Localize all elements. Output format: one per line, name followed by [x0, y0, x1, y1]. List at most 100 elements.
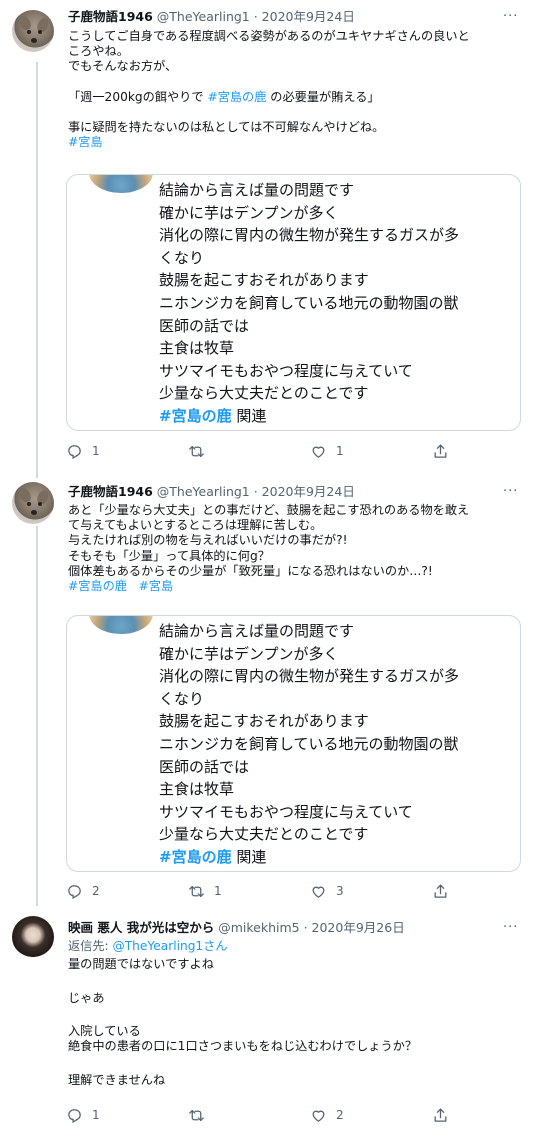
author-name[interactable]: 映画 悪人 我が光は空から [68, 920, 214, 935]
tweet-actions: 2 1 3 [66, 881, 466, 901]
tweet[interactable]: 映画 悪人 我が光は空から @mikekhim5 · 2020年9月26日 ··… [0, 912, 533, 1139]
quoted-image [89, 175, 153, 193]
hashtag-link[interactable]: #宮島 [139, 579, 174, 593]
reply-button[interactable]: 1 [66, 1105, 100, 1125]
retweet-icon [189, 1109, 204, 1121]
tweet-date[interactable]: 2020年9月24日 [262, 484, 355, 499]
more-options-icon[interactable]: ··· [503, 10, 517, 24]
quote-line: 結論から言えば量の問題です [159, 622, 355, 640]
reply-count: 1 [92, 444, 100, 458]
tweet-header: 子鹿物語1946 @TheYearling1 · 2020年9月24日 [68, 8, 355, 26]
hashtag-link[interactable]: #宮島の鹿 [68, 579, 127, 593]
author-name[interactable]: 子鹿物語1946 [68, 9, 153, 24]
tweet-text: こうしてご自身である程度調べる姿勢があるのがユキヤナギさんの良いと ころやね。 … [68, 29, 523, 151]
share-button[interactable] [432, 881, 449, 901]
reply-handle-link[interactable]: @TheYearling1 [113, 939, 204, 953]
retweet-button[interactable]: 1 [188, 881, 222, 901]
avatar[interactable] [12, 916, 54, 958]
retweet-count: 1 [214, 884, 222, 898]
text-line: #宮島の鹿 #宮島 [68, 579, 523, 594]
quoted-tweet[interactable]: 結論から言えば量の問題です 確かに芋はデンプンが多く 消化の際に胃内の微生物が発… [66, 174, 521, 431]
hashtag-link[interactable]: #宮島 [68, 135, 103, 149]
hashtag-link[interactable]: #宮島の鹿 [159, 848, 232, 866]
text-line: 量の問題ではないですよね [68, 957, 214, 972]
heart-icon [312, 446, 325, 458]
text-line: こうしてご自身である程度調べる姿勢があるのがユキヤナギさんの良いと [68, 29, 470, 43]
timeline: 子鹿物語1946 @TheYearling1 · 2020年9月24日 ··· … [0, 0, 533, 1139]
like-button[interactable]: 2 [310, 1105, 344, 1125]
retweet-button[interactable] [188, 441, 214, 461]
tweet-header: 子鹿物語1946 @TheYearling1 · 2020年9月24日 [68, 483, 355, 501]
avatar[interactable] [12, 10, 54, 52]
reply-icon [68, 884, 81, 899]
like-count: 3 [336, 884, 344, 898]
tweet-header: 映画 悪人 我が光は空から @mikekhim5 · 2020年9月26日 [68, 919, 405, 937]
text-line: て与えてもよいとするところは理解に苦しむ。 [68, 518, 323, 533]
share-button[interactable] [432, 441, 449, 461]
text-line: そもそも「少量」って具体的に何g？ [68, 548, 270, 563]
separator: · [249, 484, 262, 499]
more-options-icon[interactable]: ··· [503, 485, 517, 499]
text-line [68, 75, 523, 90]
like-button[interactable]: 1 [310, 441, 344, 461]
hashtag-link[interactable]: #宮島の鹿 [159, 407, 232, 425]
share-icon [434, 443, 447, 458]
hashtag-link[interactable]: #宮島の鹿 [207, 90, 266, 104]
tweet-actions: 1 2 [66, 1105, 466, 1125]
tweet-date[interactable]: 2020年9月24日 [262, 9, 355, 24]
author-handle[interactable]: @mikekhim5 [218, 920, 299, 935]
text-line: 入院している [68, 1024, 141, 1039]
quote-line: くなり [159, 248, 205, 267]
text-line: あと「少量なら大丈夫」との事だけど、鼓腸を起こす恐れのある物を敢え [68, 503, 470, 517]
quoted-image [89, 616, 153, 634]
quote-line: 消化の際に胃内の微生物が発生するガスが多 [159, 667, 460, 686]
author-handle[interactable]: @TheYearling1 [157, 9, 250, 24]
text-line: ころやね。 [68, 44, 129, 59]
quote-line: 医師の話では [159, 316, 250, 335]
reply-icon [68, 1108, 81, 1123]
reply-count: 1 [92, 1108, 100, 1122]
quote-line: 医師の話では [159, 757, 250, 776]
quote-line: 主食は牧草 [159, 339, 235, 358]
quoted-text: 結論から言えば量の問題です 確かに芋はデンプンが多く 消化の際に胃内の微生物が発… [159, 620, 500, 869]
text-line [68, 105, 523, 120]
reply-icon [68, 444, 81, 459]
share-icon [434, 883, 447, 898]
quoted-text: 結論から言えば量の問題です 確かに芋はデンプンが多く 消化の際に胃内の微生物が発… [159, 179, 500, 428]
quote-line: #宮島の鹿 関連 [159, 406, 267, 425]
quote-line: 確かに芋はデンプンが多く [159, 644, 339, 663]
text-line [68, 972, 523, 987]
text-line [68, 1006, 523, 1021]
like-count: 2 [336, 1108, 344, 1122]
text-line [68, 1054, 523, 1069]
tweet[interactable]: 子鹿物語1946 @TheYearling1 · 2020年9月24日 ··· … [0, 0, 533, 470]
retweet-icon [189, 445, 204, 457]
text-line: 絶食中の患者の口に1口さつまいもをねじ込むわけでしょうか？ [68, 1039, 418, 1054]
separator: · [249, 9, 262, 24]
quote-line: 少量なら大丈夫だとのことです [159, 384, 369, 403]
text-line: 理解できませんね [68, 1072, 166, 1087]
author-handle[interactable]: @TheYearling1 [157, 484, 250, 499]
quote-line: ニホンジカを飼育している地元の動物園の獣 [159, 734, 459, 753]
tweet-text: 返信先: @TheYearling1さん 量の問題ではないですよね じゃあ 入院… [68, 939, 523, 1088]
retweet-button[interactable] [188, 1105, 214, 1125]
author-name[interactable]: 子鹿物語1946 [68, 484, 153, 499]
more-options-icon[interactable]: ··· [503, 921, 517, 935]
reply-button[interactable]: 1 [66, 441, 100, 461]
tweet-text: あと「少量なら大丈夫」との事だけど、鼓腸を起こす恐れのある物を敢え て与えてもよ… [68, 503, 523, 594]
quote-line: 鼓腸を起こすおそれがあります [159, 271, 369, 290]
tweet[interactable]: 子鹿物語1946 @TheYearling1 · 2020年9月24日 ··· … [0, 478, 533, 910]
text-line: #宮島 [68, 135, 523, 150]
avatar[interactable] [12, 482, 54, 524]
quote-line: 消化の際に胃内の微生物が発生するガスが多 [159, 226, 460, 245]
tweet-actions: 1 1 [66, 441, 466, 461]
quoted-tweet[interactable]: 結論から言えば量の問題です 確かに芋はデンプンが多く 消化の際に胃内の微生物が発… [66, 615, 521, 872]
like-button[interactable]: 3 [310, 881, 344, 901]
quote-line: くなり [159, 689, 205, 708]
reply-button[interactable]: 2 [66, 881, 100, 901]
quote-line: 結論から言えば量の問題です [159, 181, 355, 199]
tweet-date[interactable]: 2020年9月26日 [312, 920, 405, 935]
quote-line: 少量なら大丈夫だとのことです [159, 825, 369, 844]
share-button[interactable] [432, 1105, 449, 1125]
quote-line: 鼓腸を起こすおそれがあります [159, 712, 369, 731]
